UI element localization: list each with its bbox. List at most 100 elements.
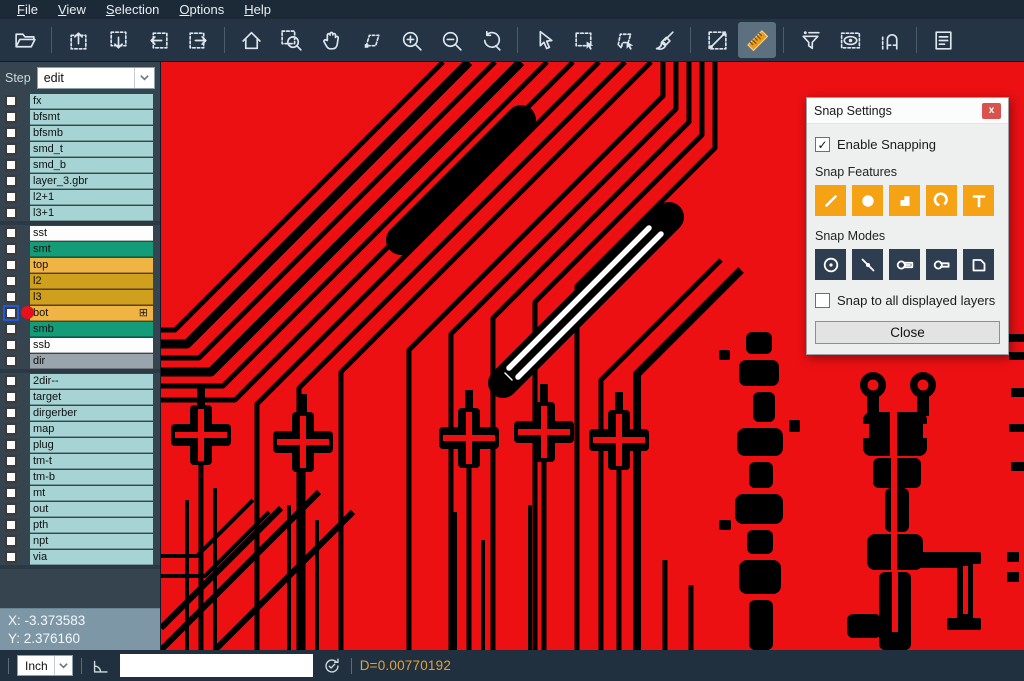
layer-name[interactable]: smt <box>30 242 153 257</box>
layer-name[interactable]: 2dir-- <box>30 374 153 389</box>
menu-options[interactable]: Options <box>170 0 233 19</box>
angle-measure-icon[interactable] <box>90 655 112 677</box>
command-input[interactable] <box>120 654 313 677</box>
toolbar-scroll-left-button[interactable] <box>139 22 177 58</box>
units-select[interactable]: Inch <box>17 655 73 676</box>
snap-midpoint-button[interactable] <box>852 249 883 280</box>
toolbar-scroll-up-button[interactable] <box>59 22 97 58</box>
layer-visibility-checkbox[interactable] <box>5 503 17 515</box>
snap-slot-outline-button[interactable] <box>926 249 957 280</box>
layer-visibility-checkbox[interactable] <box>5 439 17 451</box>
refresh-check-icon[interactable] <box>321 655 343 677</box>
toolbar-select-button[interactable] <box>525 22 563 58</box>
layer-name[interactable]: sst <box>30 226 153 241</box>
toolbar-zoom-previous-button[interactable] <box>472 22 510 58</box>
toolbar-home-view-button[interactable] <box>232 22 270 58</box>
layer-visibility-checkbox[interactable] <box>5 423 17 435</box>
toolbar-zoom-out-button[interactable] <box>432 22 470 58</box>
layer-visibility-checkbox[interactable] <box>5 95 17 107</box>
snap-line-button[interactable] <box>815 185 846 216</box>
toolbar-pan-button[interactable] <box>312 22 350 58</box>
layer-visibility-checkbox[interactable] <box>5 191 17 203</box>
menu-help[interactable]: Help <box>235 0 280 19</box>
layer-name[interactable]: l3 <box>30 290 153 305</box>
toolbar-zoom-in-button[interactable] <box>392 22 430 58</box>
layer-name[interactable]: npt <box>30 534 153 549</box>
menu-file[interactable]: File <box>8 0 47 19</box>
toolbar-zoom-window-button[interactable] <box>272 22 310 58</box>
toolbar-select-polygon-button[interactable] <box>605 22 643 58</box>
snap-slot-center-button[interactable] <box>889 249 920 280</box>
layer-visibility-checkbox[interactable] <box>5 455 17 467</box>
layer-name[interactable]: mt <box>30 486 153 501</box>
layer-visibility-checkbox[interactable] <box>5 355 17 367</box>
layer-visibility-checkbox[interactable] <box>5 535 17 547</box>
layer-name[interactable]: fx <box>30 94 153 109</box>
snap-surface-button[interactable] <box>889 185 920 216</box>
dialog-close-icon[interactable]: x <box>982 103 1001 119</box>
toolbar-view-selection-button[interactable] <box>831 22 869 58</box>
snap-text-button[interactable] <box>963 185 994 216</box>
layer-name[interactable]: via <box>30 550 153 565</box>
layer-name[interactable]: smd_t <box>30 142 153 157</box>
snap-all-layers-checkbox[interactable] <box>815 293 830 308</box>
layer-visibility-checkbox[interactable] <box>5 519 17 531</box>
layer-visibility-checkbox[interactable] <box>5 207 17 219</box>
layer-name[interactable]: bfsmt <box>30 110 153 125</box>
toolbar-measure-ruler-button[interactable] <box>738 22 776 58</box>
layer-visibility-checkbox[interactable] <box>5 375 17 387</box>
toolbar-clear-selection-button[interactable] <box>645 22 683 58</box>
snap-pad-button[interactable] <box>852 185 883 216</box>
toolbar-report-button[interactable] <box>924 22 962 58</box>
layer-visibility-checkbox[interactable] <box>5 259 17 271</box>
layer-name[interactable]: smd_b <box>30 158 153 173</box>
layer-visibility-checkbox[interactable] <box>5 127 17 139</box>
snap-outline-button[interactable] <box>963 249 994 280</box>
toolbar-zoom-area-button[interactable] <box>352 22 390 58</box>
enable-snapping-checkbox[interactable]: ✓ <box>815 137 830 152</box>
layer-name[interactable]: out <box>30 502 153 517</box>
layer-name[interactable]: tm-t <box>30 454 153 469</box>
layer-visibility-checkbox[interactable] <box>5 471 17 483</box>
layer-name[interactable]: l2+1 <box>30 190 153 205</box>
layer-name[interactable]: bfsmb <box>30 126 153 141</box>
layer-visibility-checkbox[interactable] <box>5 307 17 319</box>
layer-name[interactable]: top <box>30 258 153 273</box>
toolbar-open-button[interactable] <box>6 22 44 58</box>
layer-name[interactable]: ssb <box>30 338 153 353</box>
snap-arc-button[interactable] <box>926 185 957 216</box>
layer-name[interactable]: map <box>30 422 153 437</box>
layer-name[interactable]: l3+1 <box>30 206 153 221</box>
layer-visibility-checkbox[interactable] <box>5 339 17 351</box>
layer-name[interactable]: l2 <box>30 274 153 289</box>
layer-name[interactable]: layer_3.gbr <box>30 174 153 189</box>
layer-visibility-checkbox[interactable] <box>5 291 17 303</box>
step-select[interactable]: edit <box>37 67 155 89</box>
grid-icon[interactable]: ⊞ <box>139 308 150 318</box>
layer-name[interactable]: plug <box>30 438 153 453</box>
layer-name[interactable]: target <box>30 390 153 405</box>
layer-visibility-checkbox[interactable] <box>5 111 17 123</box>
layer-name[interactable]: tm-b <box>30 470 153 485</box>
snap-center-button[interactable] <box>815 249 846 280</box>
layer-visibility-checkbox[interactable] <box>5 243 17 255</box>
toolbar-scroll-right-button[interactable] <box>179 22 217 58</box>
menu-view[interactable]: View <box>49 0 95 19</box>
layer-name[interactable]: pth <box>30 518 153 533</box>
toolbar-select-rectangle-button[interactable] <box>565 22 603 58</box>
layer-visibility-checkbox[interactable] <box>5 407 17 419</box>
close-button[interactable]: Close <box>815 321 1000 344</box>
toolbar-filter-button[interactable] <box>791 22 829 58</box>
layer-visibility-checkbox[interactable] <box>5 487 17 499</box>
layer-visibility-checkbox[interactable] <box>5 159 17 171</box>
menu-selection[interactable]: Selection <box>97 0 168 19</box>
layer-visibility-checkbox[interactable] <box>5 175 17 187</box>
layer-visibility-checkbox[interactable] <box>5 143 17 155</box>
layer-name[interactable]: bot⊞ <box>30 306 153 321</box>
layer-visibility-checkbox[interactable] <box>5 391 17 403</box>
toolbar-snap-settings-button[interactable] <box>871 22 909 58</box>
toolbar-measure-points-button[interactable] <box>698 22 736 58</box>
layer-visibility-checkbox[interactable] <box>5 323 17 335</box>
layer-name[interactable]: dir <box>30 354 153 369</box>
layer-visibility-checkbox[interactable] <box>5 275 17 287</box>
